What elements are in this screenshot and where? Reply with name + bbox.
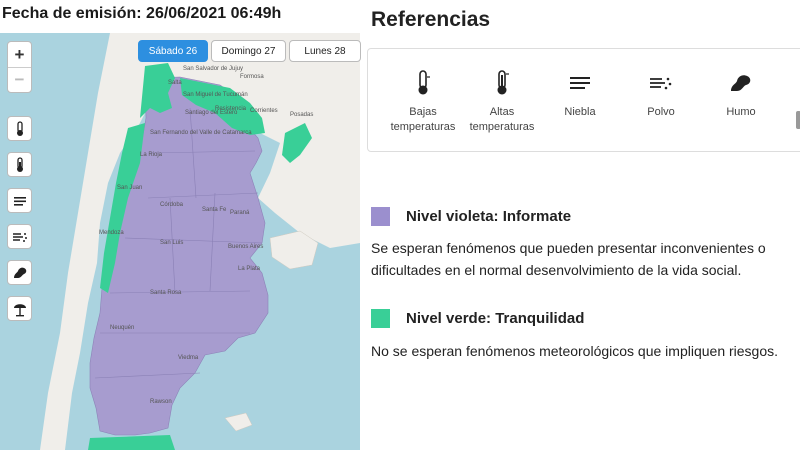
reference-smoke: Humo [701,67,781,120]
zoom-control: + − [7,41,32,93]
map-place-label: Rawson [150,399,172,405]
references-card: Bajas temperaturas Altas temperaturas Nieb… [367,48,800,152]
level-green-description: No se esperan fenómenos meteorológicos q… [371,343,779,359]
map-place-label: Santa Fe [202,207,227,213]
reference-label: Polvo [647,106,675,118]
map-place-label: Córdoba [160,202,184,208]
falklands-land [224,412,253,432]
level-green-name: Nivel verde: Tranquilidad [406,310,585,327]
filter-low-temp-button[interactable] [7,116,32,141]
level-violet-description: Se esperan fenómenos que pueden presenta… [371,240,766,278]
map-place-label: Buenos Aires [228,244,264,250]
dust-icon [650,77,672,90]
green-zone-south [88,435,175,450]
map-place-label: La Plata [238,266,261,272]
reference-fog: Niebla [540,67,620,120]
reference-label: Altas [489,106,515,118]
map-place-label: San Juan [117,185,143,191]
map-place-label: Posadas [290,112,314,118]
tab-sabado[interactable]: Sábado 26 [138,40,208,62]
level-green: Nivel verde: Tranquilidad [371,309,671,331]
map-place-label: Santiago del Estero [185,110,238,116]
map-place-label: San Miguel de Tucumán [183,92,248,98]
reference-label: Niebla [564,106,596,118]
zoom-in-button[interactable]: + [8,42,31,67]
map-place-label: Santa Rosa [150,290,182,296]
filter-dust-button[interactable] [7,224,32,249]
fog-icon [570,77,590,89]
map-place-label: San Salvador de Jujuy [183,66,244,72]
reference-dust: Polvo [621,67,701,120]
level-violet-name: Nivel violeta: Informate [406,208,572,225]
filter-beach-button[interactable] [7,296,32,321]
map-place-label: Mendoza [99,230,124,236]
alert-map[interactable]: San Salvador de Jujuy Salta Formosa San Mig… [0,33,360,450]
level-violet-swatch [371,207,390,226]
map-place-label: Formosa [240,74,264,80]
map-place-label: Paraná [230,210,250,216]
emission-date: Fecha de emisión: 26/06/2021 06:49h [2,5,282,22]
level-green-swatch [371,309,390,328]
filter-fog-button[interactable] [7,188,32,213]
filter-smoke-button[interactable] [7,260,32,285]
smoke-icon [731,75,751,91]
page: Fecha de emisión: 26/06/2021 06:49h San … [0,0,800,450]
reference-label: Humo [726,106,756,118]
tab-lunes[interactable]: Lunes 28 [289,40,361,62]
thermometer-low-icon [418,70,430,95]
thermometer-low-icon [16,120,23,136]
map-place-label: Corrientes [250,108,278,114]
smoke-icon [13,267,26,278]
reference-low-temperatures: Bajas temperaturas [383,67,463,135]
thermometer-high-icon [16,156,23,172]
reference-high-temperatures: Altas temperaturas [462,67,542,135]
umbrella-icon [13,303,26,316]
day-tabs: Sábado 26 Domingo 27 Lunes 28 [138,40,361,62]
fog-icon [13,196,26,206]
map-place-label: San Luis [160,240,184,246]
zoom-out-button[interactable]: − [8,67,31,92]
reference-label: Bajas [409,106,437,118]
tab-domingo[interactable]: Domingo 27 [211,40,286,62]
map-place-label: Viedma [178,355,199,361]
map-place-label: Neuquén [110,325,135,331]
dust-icon [12,232,27,242]
filter-high-temp-button[interactable] [7,152,32,177]
reference-label: temperaturas [469,121,535,133]
references-title: Referencias [371,8,491,31]
thermometer-high-icon [497,70,509,95]
references-scroll-indicator[interactable] [796,111,800,129]
map-place-label: Salta [168,80,182,86]
map-place-label: San Fernando del Valle de Catamarca [150,130,252,136]
level-violet: Nivel violeta: Informate [371,207,671,229]
reference-label: temperaturas [390,121,456,133]
map-place-label: La Rioja [140,152,163,158]
